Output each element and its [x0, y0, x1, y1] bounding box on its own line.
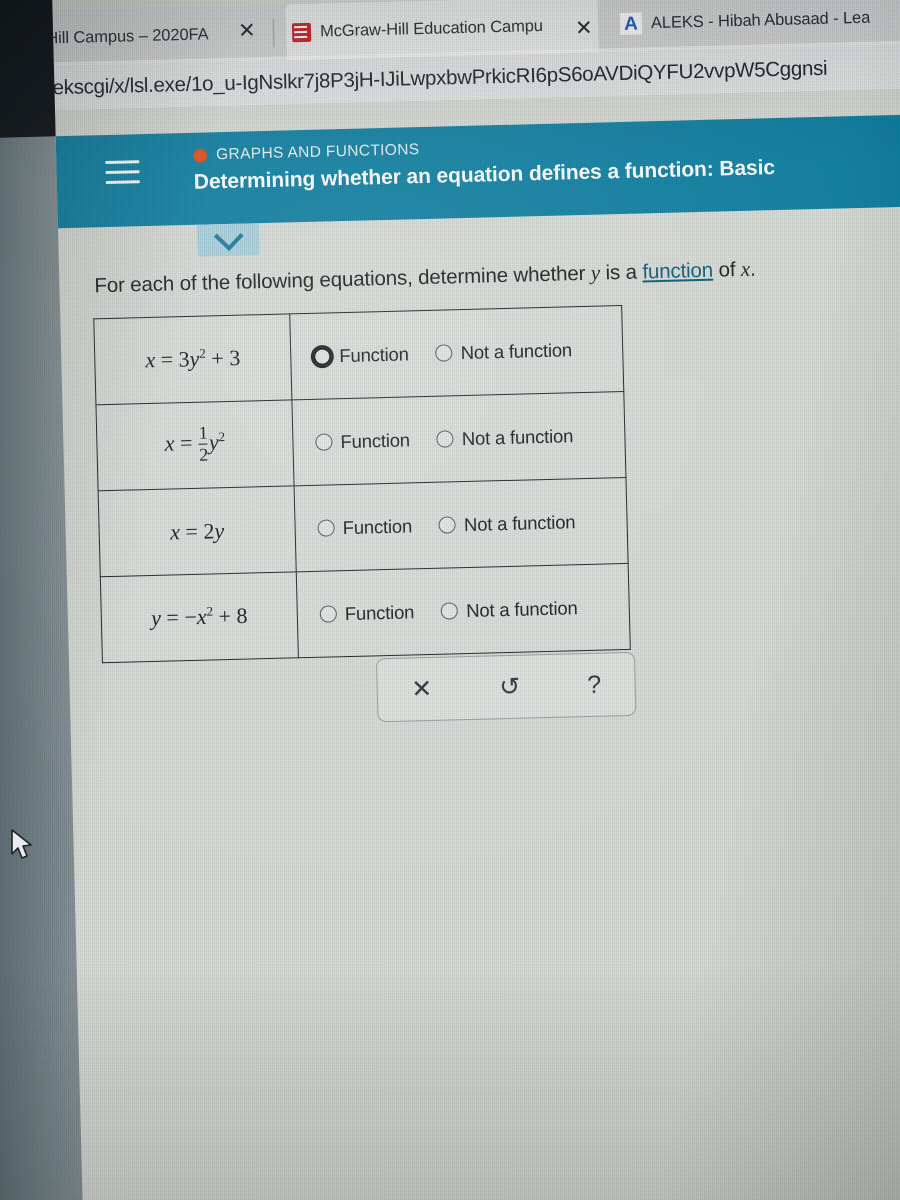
- aleks-header-bar: GRAPHS AND FUNCTIONS Determining whether…: [55, 113, 900, 229]
- radio-button-function-3[interactable]: [317, 519, 335, 537]
- tab-title: ALEKS - Hibah Abusaad - Lea: [650, 8, 871, 32]
- eq1-exponent: 2: [199, 345, 206, 362]
- equation-cell-1: x = 3y2 + 3: [93, 313, 292, 405]
- tab-title: McGraw-Hill Education Campu: [319, 16, 544, 41]
- eq4-equals: =: [166, 604, 180, 631]
- undo-icon[interactable]: ↺: [499, 672, 521, 701]
- radio-button-not-a-function-2[interactable]: [436, 430, 455, 448]
- table-row: x = 2y Function Not a function: [98, 477, 629, 577]
- tab-close-button-2[interactable]: ✕: [570, 17, 598, 40]
- eq2-fraction: 1 2: [198, 422, 209, 465]
- prompt-part-2: is a: [599, 260, 643, 285]
- browser-tab-2[interactable]: McGraw-Hill Education Campu: [285, 0, 599, 61]
- screen-left-bezel-top: [0, 0, 56, 139]
- category-label: GRAPHS AND FUNCTIONS: [215, 141, 420, 164]
- eq4-lhs: y: [150, 605, 162, 631]
- options-cell-1: Function Not a function: [289, 305, 624, 400]
- mouse-cursor: [11, 829, 32, 859]
- eq4-exponent: 2: [206, 603, 214, 619]
- table-row: x = 1 2 y2 Function Not a function: [95, 391, 626, 491]
- category-dot-icon: [192, 148, 208, 163]
- aleks-a-icon: A: [619, 12, 643, 35]
- radio-option-not-a-function-3[interactable]: Not a function: [438, 510, 576, 536]
- eq4-coef: −: [184, 604, 198, 630]
- radio-button-not-a-function-1[interactable]: [435, 344, 453, 362]
- radio-button-function-2[interactable]: [315, 433, 333, 451]
- radio-label: Not a function: [465, 596, 578, 621]
- tab-close-button-1[interactable]: ✕: [233, 19, 261, 42]
- function-glossary-link[interactable]: function: [642, 259, 713, 284]
- table-row: y = −x2 + 8 Function Not a function: [100, 563, 631, 663]
- eq4-tail: + 8: [218, 603, 248, 629]
- prompt-part-1: For each of the following equations, det…: [94, 261, 592, 298]
- chevron-down-icon: [213, 220, 244, 251]
- table-row: x = 3y2 + 3 Function Not a function: [93, 305, 624, 405]
- equation-cell-4: y = −x2 + 8: [100, 571, 299, 663]
- radio-option-not-a-function-4[interactable]: Not a function: [440, 596, 578, 622]
- eq4-base: x: [196, 604, 207, 630]
- eq1-lhs: x: [145, 347, 156, 373]
- photographed-screen: McGraw-Hill Campus – 2020FA ✕ McGraw-Hil…: [0, 0, 900, 1200]
- eq2-equals: =: [179, 430, 193, 456]
- eq2-numerator: 1: [198, 422, 208, 444]
- radio-label: Function: [340, 428, 411, 452]
- radio-label: Function: [344, 600, 415, 624]
- radio-button-function-4[interactable]: [319, 605, 338, 623]
- radio-button-not-a-function-3[interactable]: [438, 516, 457, 534]
- options-cell-4: Function Not a function: [296, 563, 631, 658]
- eq2-exponent: 2: [218, 429, 226, 445]
- eq3-base: y: [214, 517, 225, 543]
- collapse-header-button[interactable]: [196, 220, 260, 257]
- eq2-denominator: 2: [198, 444, 209, 465]
- radio-option-not-a-function-1[interactable]: Not a function: [435, 339, 572, 364]
- radio-label: Not a function: [461, 424, 574, 449]
- radio-button-not-a-function-4[interactable]: [440, 602, 459, 620]
- eq3-equals: =: [185, 518, 199, 544]
- radio-option-function-2[interactable]: Function: [315, 429, 410, 453]
- screen-surface: McGraw-Hill Campus – 2020FA ✕ McGraw-Hil…: [0, 0, 900, 1200]
- eq1-tail: + 3: [211, 345, 241, 372]
- answer-toolbar: ✕ ↺ ?: [375, 651, 637, 723]
- equation-cell-3: x = 2y: [98, 485, 297, 577]
- equation-cell-2: x = 1 2 y2: [95, 399, 295, 491]
- radio-option-function-3[interactable]: Function: [317, 515, 412, 539]
- equations-table: x = 3y2 + 3 Function Not a function x = …: [93, 305, 631, 664]
- options-cell-2: Function Not a function: [291, 391, 626, 486]
- browser-tab-3[interactable]: A ALEKS - Hibah Abusaad - Lea: [613, 0, 900, 52]
- mcgraw-hill-icon: [291, 22, 312, 42]
- aleks-page: GRAPHS AND FUNCTIONS Determining whether…: [54, 87, 900, 1200]
- radio-button-function-1[interactable]: [313, 346, 332, 366]
- eq2-lhs: x: [164, 430, 175, 457]
- help-icon[interactable]: ?: [587, 670, 602, 698]
- radio-option-function-4[interactable]: Function: [319, 600, 415, 625]
- clear-icon[interactable]: ✕: [411, 674, 433, 703]
- eq3-coef: 2: [203, 517, 215, 544]
- radio-label: Not a function: [460, 338, 573, 363]
- eq3-lhs: x: [169, 518, 181, 545]
- radio-label: Function: [342, 514, 413, 538]
- radio-label: Not a function: [463, 510, 576, 535]
- eq1-equals: =: [160, 347, 174, 373]
- options-cell-3: Function Not a function: [294, 477, 629, 572]
- prompt-part-3: of: [712, 257, 742, 282]
- radio-option-function-1[interactable]: Function: [313, 343, 409, 367]
- radio-option-not-a-function-2[interactable]: Not a function: [436, 424, 574, 450]
- prompt-part-4: .: [749, 257, 756, 281]
- radio-label: Function: [339, 342, 409, 366]
- question-prompt: For each of the following equations, det…: [94, 257, 756, 299]
- header-text-block: GRAPHS AND FUNCTIONS Determining whether…: [192, 132, 775, 195]
- hamburger-menu-icon[interactable]: [105, 160, 140, 187]
